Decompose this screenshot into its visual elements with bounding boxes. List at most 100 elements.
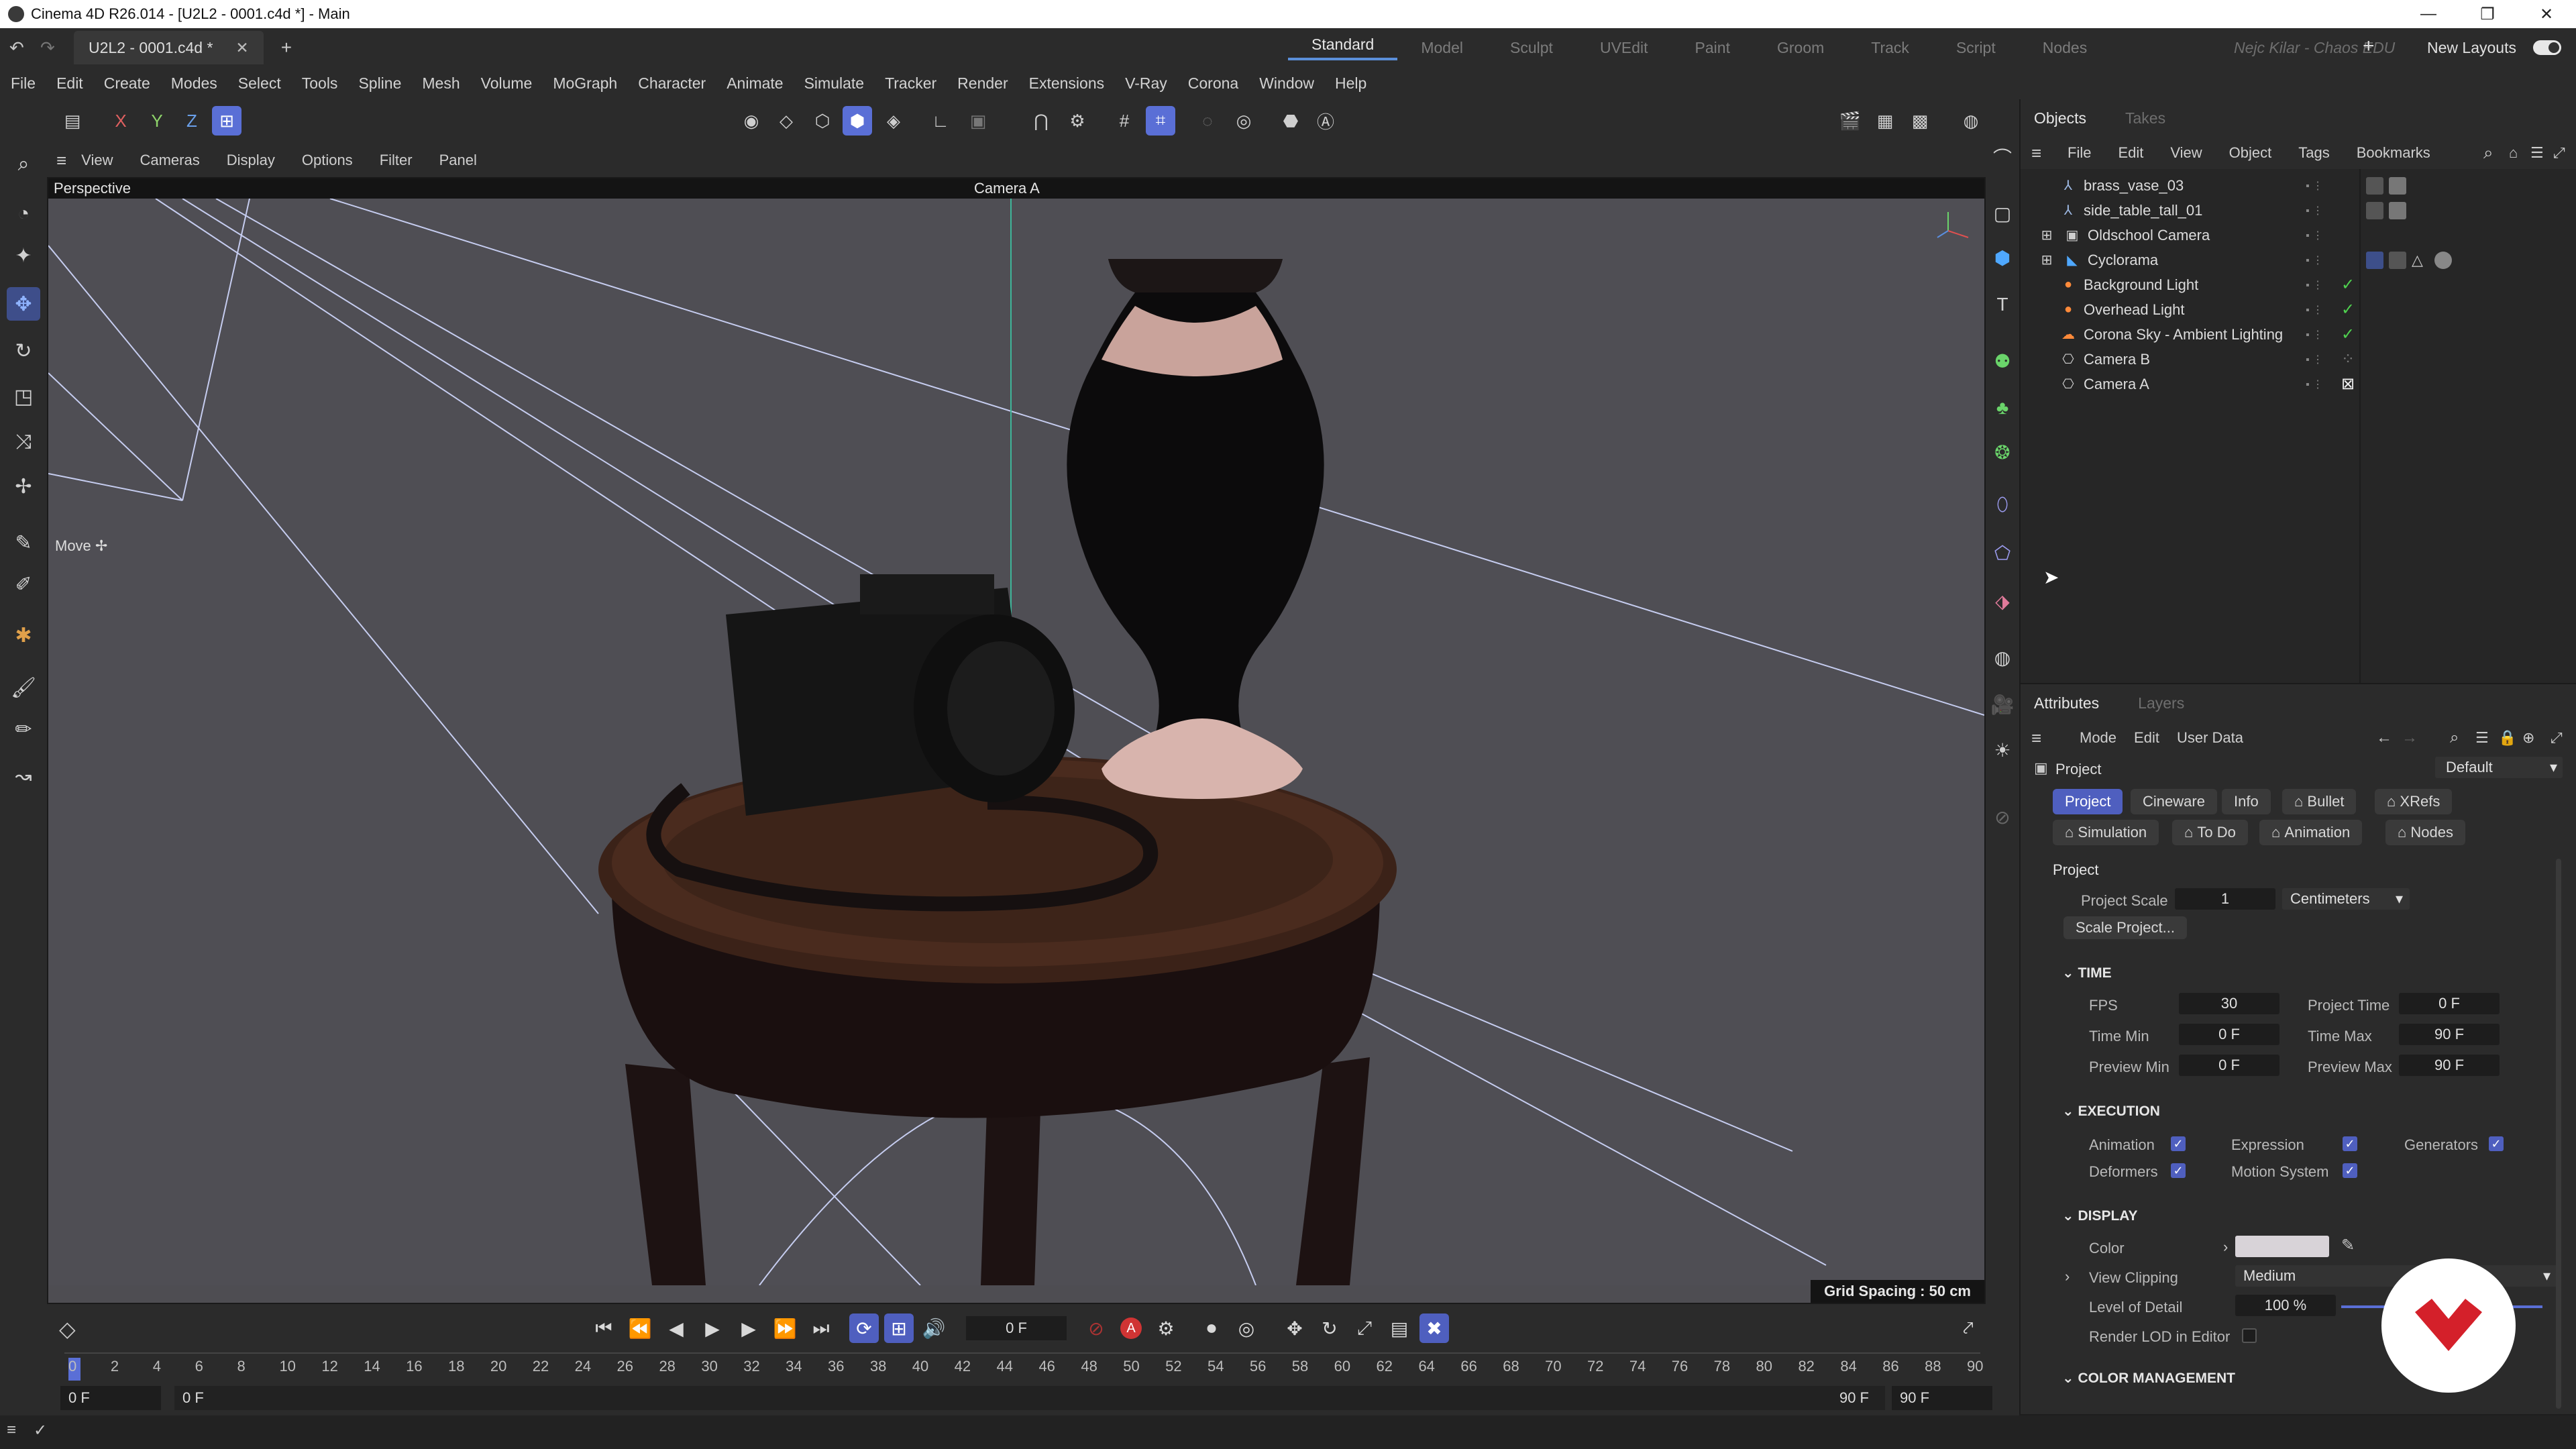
generators-checkbox[interactable]: ✓ (2489, 1136, 2504, 1151)
objects-home-icon[interactable]: ⌂ (2509, 144, 2518, 162)
objects-menu-tags[interactable]: Tags (2298, 144, 2329, 162)
menu-simulate[interactable]: Simulate (804, 74, 864, 93)
layout-tab-track[interactable]: Track (1847, 39, 1933, 57)
undo-icon[interactable]: ↶ (9, 38, 24, 58)
points-mode-icon[interactable]: ◉ (737, 106, 766, 136)
timeline-start-field[interactable]: 0 F (60, 1386, 161, 1410)
back-arrow-icon[interactable]: ← (2376, 729, 2392, 747)
level-of-detail-input[interactable]: 100 % (2235, 1295, 2336, 1316)
go-to-end-icon[interactable]: ⏭ (806, 1313, 836, 1343)
effector-icon[interactable]: ❂ (1989, 439, 2016, 466)
layout-tab-nodes[interactable]: Nodes (2019, 39, 2110, 57)
viewport-menu-panel[interactable]: Panel (439, 152, 477, 169)
object-row-camera-b[interactable]: ⎔ Camera B ▪ ⋮ ⁘ (2021, 347, 2576, 372)
tab-attributes[interactable]: Attributes (2034, 694, 2099, 712)
visibility-dots[interactable]: ▪ ⋮ (2306, 204, 2330, 217)
coordinate-system-icon[interactable]: ⊞ (212, 106, 241, 136)
project-time-input[interactable]: 0 F (2399, 993, 2500, 1014)
object-row-brass-vase[interactable]: ⅄ brass_vase_03 ▪ ⋮ (2021, 173, 2576, 198)
paint-tool-icon[interactable]: ✏ (7, 712, 40, 746)
visibility-dots[interactable]: ▪ ⋮ (2306, 353, 2330, 366)
search-icon[interactable]: ⌕ (7, 148, 40, 181)
next-key-icon[interactable]: ⏩ (770, 1313, 800, 1343)
loop-icon[interactable]: ⟳ (849, 1313, 879, 1343)
attr-tab-todo[interactable]: ⌂ To Do (2172, 820, 2248, 845)
attributes-menu-edit[interactable]: Edit (2134, 729, 2159, 747)
attr-tab-animation[interactable]: ⌂ Animation (2259, 820, 2363, 845)
menu-character[interactable]: Character (638, 74, 706, 93)
menu-file[interactable]: File (11, 74, 36, 93)
object-row-side-table[interactable]: ⅄ side_table_tall_01 ▪ ⋮ (2021, 198, 2576, 223)
deformer-icon[interactable]: ⬯ (1989, 491, 2016, 518)
keyframe-lock-icon[interactable]: ⏺ (1197, 1313, 1226, 1343)
viewport-menu-icon[interactable]: ≡ (56, 150, 66, 171)
attributes-filter-icon[interactable]: ☰ (2475, 729, 2489, 747)
render-active-view-icon[interactable]: 🎬 (1835, 106, 1865, 136)
viewport-menu-display[interactable]: Display (227, 152, 275, 169)
layout-tab-model[interactable]: Model (1397, 39, 1487, 57)
environment-icon[interactable]: ◍ (1989, 644, 2016, 671)
menu-mesh[interactable]: Mesh (422, 74, 460, 93)
knife-tool-icon[interactable]: ↝ (7, 759, 40, 793)
attr-tab-info[interactable]: Info (2222, 789, 2271, 814)
attr-tab-bullet[interactable]: ⌂ Bullet (2282, 789, 2357, 814)
next-frame-icon[interactable]: ▶ (734, 1313, 763, 1343)
objects-menu-object[interactable]: Object (2229, 144, 2272, 162)
cloner-icon[interactable]: ♣ (1989, 394, 2016, 421)
material-tag[interactable] (2366, 176, 2383, 195)
project-scale-unit-dropdown[interactable]: Centimeters ▾ (2282, 888, 2410, 910)
color-management-section-header[interactable]: ⌄ COLOR MANAGEMENT (2062, 1370, 2235, 1387)
attributes-search-icon[interactable]: ⌕ (2450, 729, 2459, 747)
animation-checkbox[interactable]: ✓ (2171, 1136, 2186, 1151)
visibility-dots[interactable]: ▪ ⋮ (2306, 278, 2330, 292)
objects-menu-edit[interactable]: Edit (2118, 144, 2143, 162)
workplane-icon[interactable]: ◌ (1193, 106, 1222, 136)
material-tag[interactable] (2366, 201, 2383, 219)
layout-tab-groom[interactable]: Groom (1754, 39, 1847, 57)
autokey-settings-icon[interactable]: ⚙ (1151, 1313, 1181, 1343)
timeline-end-field[interactable]: 90 F (1892, 1386, 1992, 1410)
axis-mode-icon[interactable]: ∟ (926, 106, 955, 136)
phong-tag[interactable] (2366, 251, 2383, 269)
menu-tracker[interactable]: Tracker (885, 74, 936, 93)
sound-icon[interactable]: 🔊 (919, 1313, 949, 1343)
play-icon[interactable]: ▶ (698, 1313, 727, 1343)
display-section-header[interactable]: ⌄ DISPLAY (2062, 1208, 2138, 1224)
object-row-cyclorama[interactable]: ⊞ ◣ Cyclorama ▪ ⋮ △ (2021, 248, 2576, 272)
keyframe-diamond-icon[interactable]: ◇ (59, 1316, 76, 1342)
selection-tools-icon[interactable]: ✦ (7, 239, 40, 272)
attributes-new-panel-icon[interactable]: ⊕ (2522, 729, 2534, 747)
sphere-material-tag[interactable] (2434, 251, 2452, 269)
view-clipping-expand-icon[interactable]: › (2065, 1268, 2070, 1285)
model-mode-icon[interactable]: ▤ (58, 106, 87, 136)
objects-filter-icon[interactable]: ☰ (2530, 144, 2544, 162)
new-layouts-label[interactable]: New Layouts (2427, 39, 2516, 57)
tweak-mode-icon[interactable]: ▣ (963, 106, 993, 136)
scale-project-button[interactable]: Scale Project... (2063, 916, 2187, 939)
menu-window[interactable]: Window (1259, 74, 1314, 93)
menu-tools[interactable]: Tools (302, 74, 338, 93)
compositing-tag[interactable]: △ (2412, 252, 2429, 269)
camera-target-icon[interactable]: ⁘ (2341, 350, 2355, 369)
key-rotation-icon[interactable]: ↻ (1315, 1313, 1344, 1343)
visibility-dots[interactable]: ▪ ⋮ (2306, 179, 2330, 193)
brush-tool-icon[interactable]: 🖌 (7, 671, 40, 704)
objects-hamburger-icon[interactable]: ≡ (2031, 143, 2041, 164)
edges-mode-icon[interactable]: ◇ (771, 106, 801, 136)
render-view-icon[interactable]: ⬣ (1276, 106, 1305, 136)
maximize-button[interactable]: ❐ (2458, 0, 2517, 28)
layout-tab-standard[interactable]: Standard (1288, 36, 1398, 60)
attr-tab-xrefs[interactable]: ⌂ XRefs (2375, 789, 2453, 814)
sketch-tool-icon[interactable]: ✐ (7, 568, 40, 601)
transform-tool-icon[interactable]: ⤨ (7, 425, 40, 459)
z-axis-lock[interactable]: Z (177, 106, 207, 136)
attr-tab-cineware[interactable]: Cineware (2131, 789, 2217, 814)
subdivision-icon[interactable]: ⚉ (1989, 347, 2016, 374)
tab-objects[interactable]: Objects (2034, 109, 2086, 127)
visibility-dots[interactable]: ▪ ⋮ (2306, 378, 2330, 391)
live-selection-icon[interactable]: ◔ (7, 197, 40, 231)
redo-icon[interactable]: ↷ (40, 38, 55, 58)
menu-help[interactable]: Help (1335, 74, 1366, 93)
key-param-icon[interactable]: ▤ (1385, 1313, 1414, 1343)
close-window-button[interactable]: ✕ (2517, 0, 2576, 28)
